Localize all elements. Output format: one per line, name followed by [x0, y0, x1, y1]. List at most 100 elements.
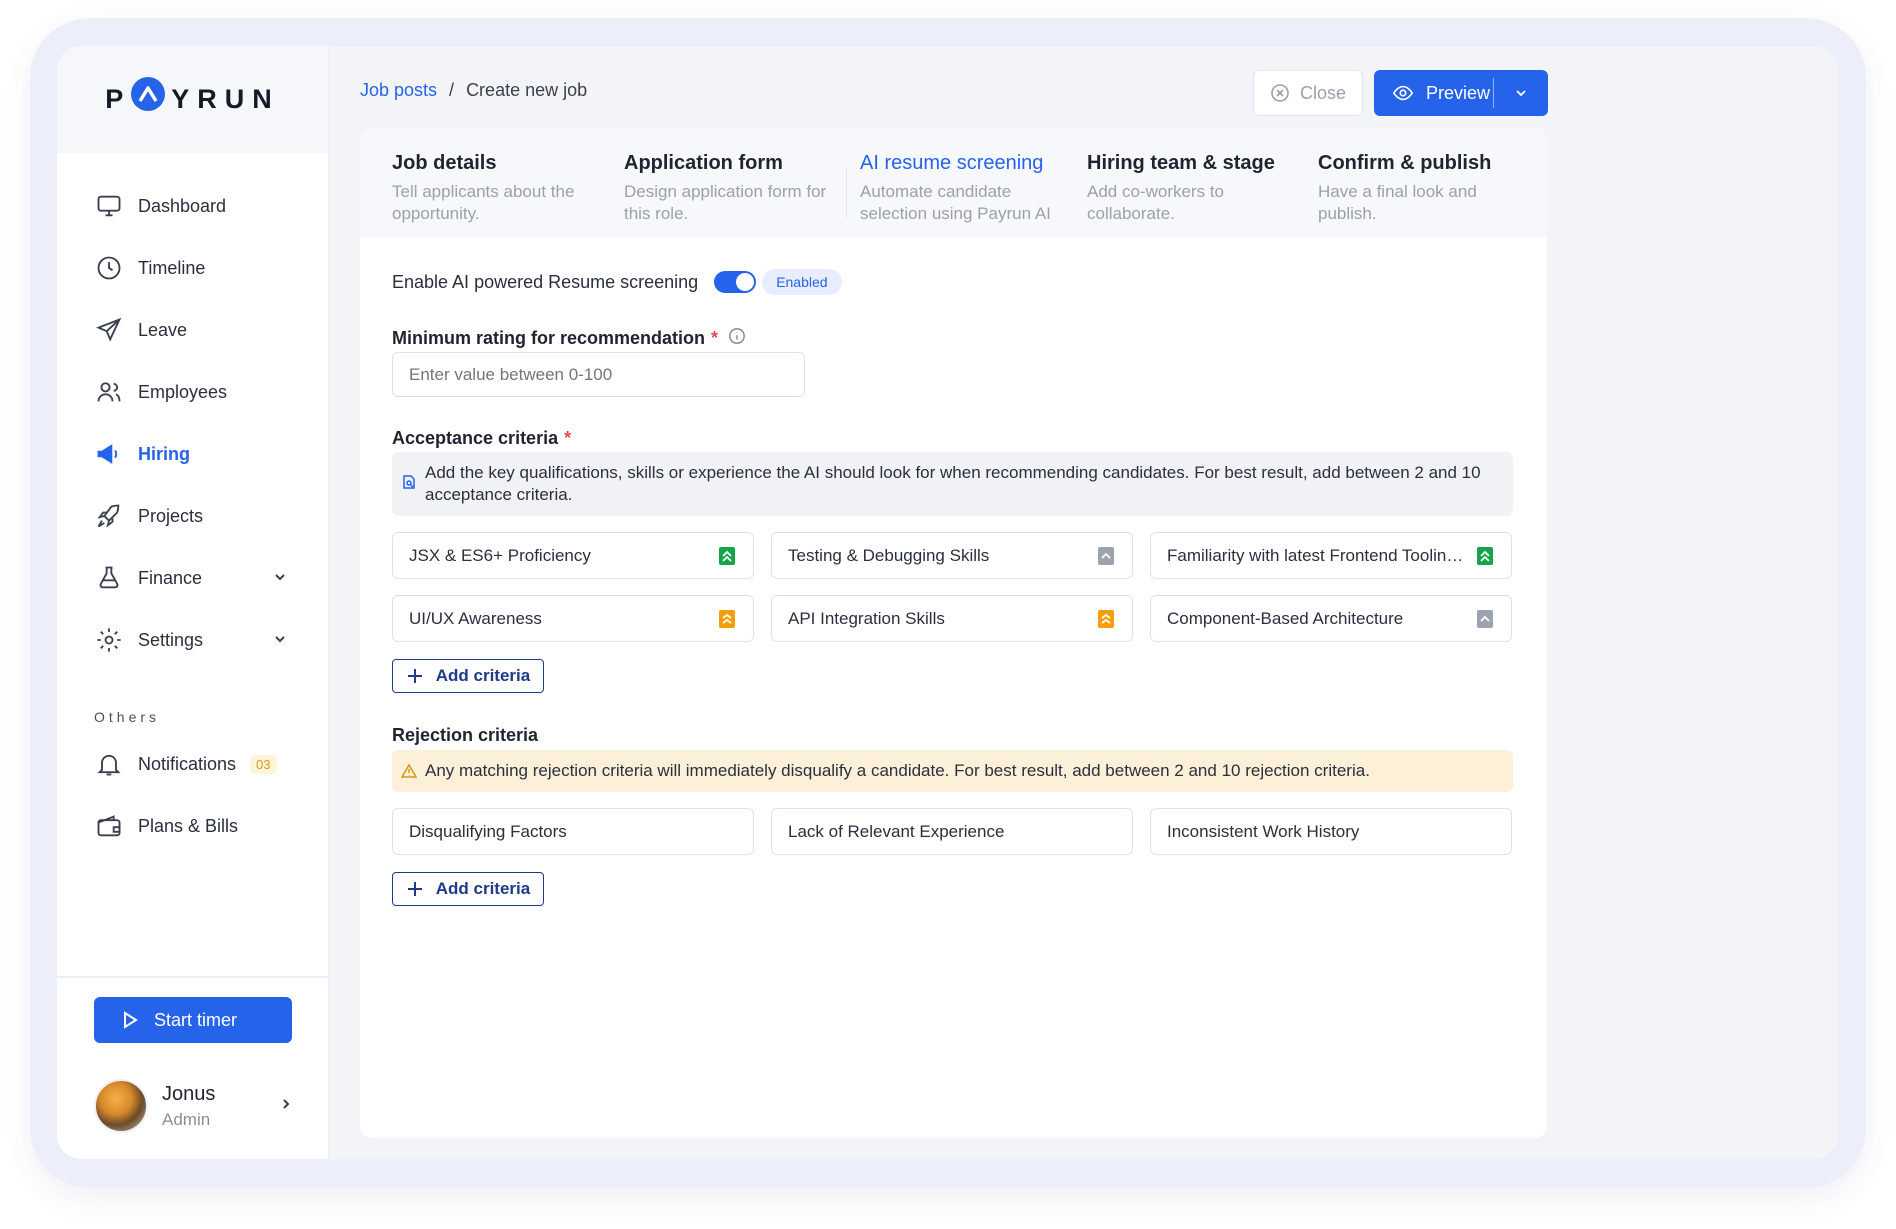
sidebar-item-settings[interactable]: Settings [57, 609, 328, 671]
criterion-text: Component-Based Architecture [1167, 608, 1404, 628]
add-rejection-criteria-button[interactable]: Add criteria [392, 872, 544, 906]
step-desc: Tell applicants about the opportunity. [392, 182, 575, 223]
step-application-form[interactable]: Application form Design application form… [624, 152, 834, 225]
logo-letter-p: P [105, 84, 132, 114]
close-label: Close [1299, 82, 1347, 103]
chevron-right-icon[interactable] [278, 1096, 294, 1117]
megaphone-icon [94, 439, 124, 469]
sidebar-divider [57, 976, 329, 978]
users-icon [94, 377, 124, 407]
acceptance-criterion[interactable]: JSX & ES6+ Proficiency [392, 532, 754, 579]
preview-dropdown-toggle[interactable] [1494, 85, 1548, 101]
rejection-criterion[interactable]: Lack of Relevant Experience [771, 808, 1133, 855]
sidebar-item-finance[interactable]: Finance [57, 547, 328, 609]
step-title: Confirm & publish [1318, 152, 1492, 174]
criterion-text: Testing & Debugging Skills [788, 545, 990, 565]
preview-main[interactable]: Preview [1374, 78, 1494, 108]
step-desc: Add co-workers to collaborate. [1087, 182, 1224, 223]
user-text: Jonus Admin [162, 1083, 215, 1130]
rejection-criterion[interactable]: Disqualifying Factors [392, 808, 754, 855]
criterion-text: API Integration Skills [788, 608, 945, 628]
ai-screening-toggle-row: Enable AI powered Resume screening Enabl… [392, 269, 842, 295]
add-criteria-label: Add criteria [435, 666, 531, 685]
sidebar-item-label: Employees [138, 381, 228, 402]
sidebar-item-label: Projects [138, 505, 204, 526]
priority-low-icon[interactable] [1098, 547, 1114, 565]
priority-medium-icon[interactable] [1098, 610, 1114, 628]
required-mark: * [711, 328, 719, 348]
rejection-label-text: Rejection criteria [392, 725, 539, 745]
plus-icon [407, 669, 422, 683]
logo-mark-icon [131, 76, 166, 111]
warning-icon [400, 763, 418, 785]
eye-icon [1392, 85, 1414, 101]
criterion-text: Disqualifying Factors [409, 821, 567, 841]
min-rating-input[interactable] [392, 352, 805, 397]
acceptance-note-text: Add the key qualifications, skills or ex… [425, 463, 1481, 504]
priority-high-icon[interactable] [719, 547, 735, 565]
rejection-note-text: Any matching rejection criteria will imm… [425, 761, 1370, 780]
acceptance-criterion[interactable]: UI/UX Awareness [392, 595, 754, 642]
acceptance-criterion[interactable]: Testing & Debugging Skills [771, 532, 1133, 579]
step-divider [846, 168, 847, 218]
chevron-down-icon [1516, 90, 1526, 97]
chevron-down-icon[interactable] [272, 631, 288, 652]
step-hiring-team[interactable]: Hiring team & stage Add co-workers to co… [1087, 152, 1277, 225]
priority-high-icon[interactable] [1477, 547, 1493, 565]
close-button[interactable]: Close [1253, 70, 1363, 116]
step-job-details[interactable]: Job details Tell applicants about the op… [392, 152, 602, 225]
info-icon[interactable] [728, 327, 746, 350]
acceptance-criterion[interactable]: Familiarity with latest Frontend Tooling… [1150, 532, 1512, 579]
sidebar-item-dashboard[interactable]: Dashboard [57, 175, 328, 237]
breadcrumb-job-posts-link[interactable]: Job posts [360, 80, 437, 101]
sidebar-item-label: Finance [138, 567, 203, 588]
criterion-text: JSX & ES6+ Proficiency [409, 545, 591, 565]
sidebar-item-projects[interactable]: Projects [57, 485, 328, 547]
step-ai-resume-screening[interactable]: AI resume screening Automate candidate s… [860, 152, 1060, 225]
required-mark: * [564, 428, 572, 448]
wallet-icon [94, 811, 124, 841]
acceptance-criterion[interactable]: API Integration Skills [771, 595, 1133, 642]
topbar: Job posts / Create new job Close Preview [360, 70, 1838, 116]
start-timer-button[interactable]: Start timer [94, 997, 292, 1043]
preview-button[interactable]: Preview [1374, 70, 1548, 116]
criterion-text: Lack of Relevant Experience [788, 821, 1005, 841]
acceptance-criterion[interactable]: Component-Based Architecture [1150, 595, 1512, 642]
app-window: P YRUN Dashboard Timeline Leave Employee… [57, 46, 1838, 1159]
add-acceptance-criteria-button[interactable]: Add criteria [392, 659, 544, 693]
sidebar-item-employees[interactable]: Employees [57, 361, 328, 423]
criterion-text: Familiarity with latest Frontend Tooling… [1167, 545, 1467, 565]
document-search-icon [401, 474, 417, 496]
close-circle-icon [1271, 84, 1289, 102]
sidebar-item-notifications[interactable]: Notifications 03 [57, 733, 328, 795]
sidebar-item-plans-bills[interactable]: Plans & Bills [57, 795, 328, 857]
clock-icon [94, 253, 124, 283]
user-role: Admin [162, 1109, 211, 1129]
step-confirm-publish[interactable]: Confirm & publish Have a final look and … [1318, 152, 1508, 225]
priority-medium-icon[interactable] [719, 610, 735, 628]
ai-screening-toggle[interactable] [714, 271, 757, 293]
add-criteria-label: Add criteria [435, 879, 531, 898]
enabled-badge: Enabled [762, 269, 842, 295]
sidebar-item-label: Notifications [138, 753, 237, 774]
monitor-icon [94, 191, 124, 221]
sidebar-item-hiring[interactable]: Hiring [57, 423, 328, 485]
gear-icon [94, 625, 124, 655]
user-profile[interactable]: Jonus Admin [94, 1078, 294, 1134]
breadcrumb-current: Create new job [466, 80, 588, 100]
sidebar-item-leave[interactable]: Leave [57, 299, 328, 361]
step-title: AI resume screening [860, 152, 1044, 174]
rejection-criterion[interactable]: Inconsistent Work History [1150, 808, 1512, 855]
start-timer-label: Start timer [154, 1009, 238, 1030]
criterion-text: UI/UX Awareness [409, 608, 542, 628]
plane-icon [94, 315, 124, 345]
play-icon [124, 1011, 138, 1029]
priority-low-icon[interactable] [1477, 610, 1493, 628]
payrun-logo[interactable]: P YRUN [105, 76, 280, 117]
preview-label: Preview [1426, 82, 1491, 103]
sidebar-item-timeline[interactable]: Timeline [57, 237, 328, 299]
logo-letters-yrun: YRUN [171, 84, 280, 114]
criterion-text: Inconsistent Work History [1167, 821, 1360, 841]
step-title: Hiring team & stage [1087, 152, 1275, 174]
chevron-down-icon[interactable] [272, 569, 288, 590]
